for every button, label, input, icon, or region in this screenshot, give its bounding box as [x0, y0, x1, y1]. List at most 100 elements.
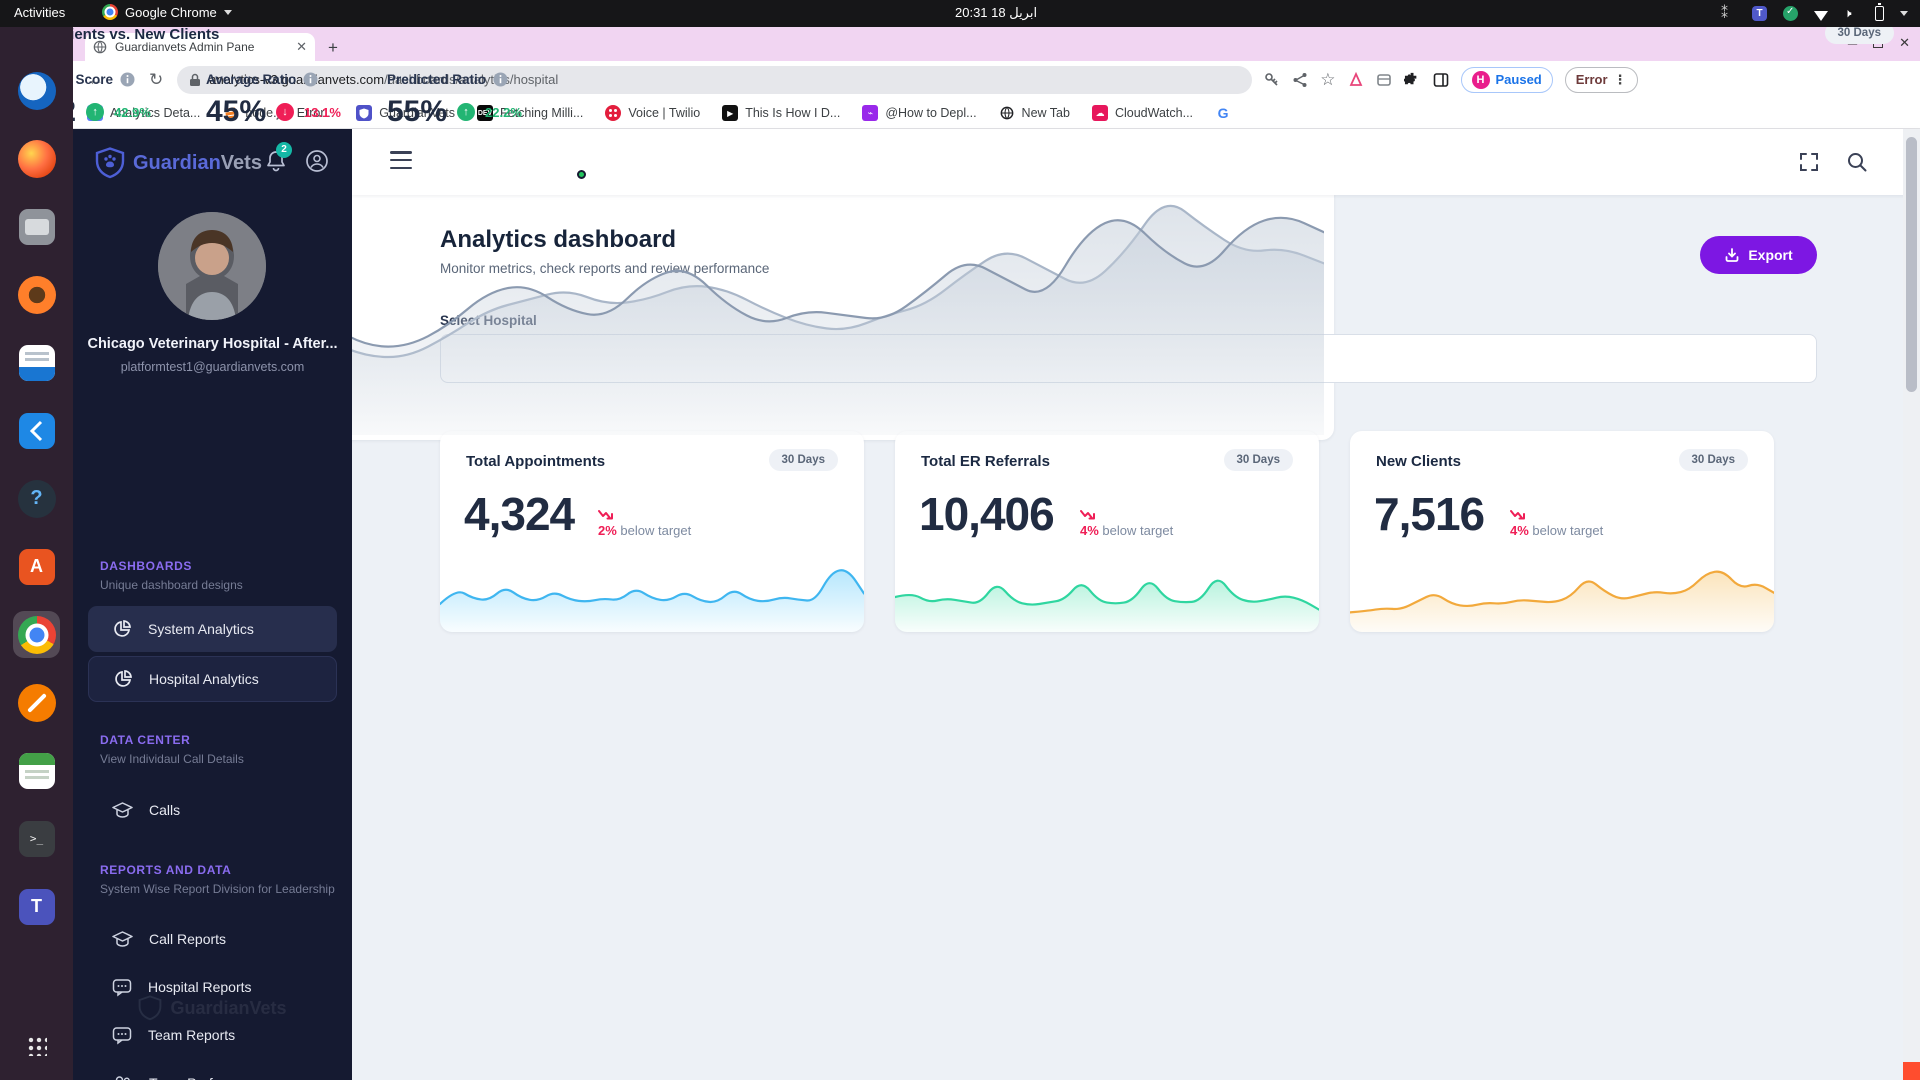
- dock-firefox[interactable]: [13, 135, 60, 182]
- export-button[interactable]: Export: [1700, 236, 1817, 274]
- bolt-icon: ⌁: [862, 105, 879, 121]
- content-header: [352, 129, 1920, 195]
- extensions-puzzle-icon[interactable]: [1403, 71, 1421, 88]
- sidebar-item-label: System Analytics: [148, 621, 254, 637]
- card-value: 4,324: [464, 488, 575, 540]
- system-clock[interactable]: 20:31 18 ابريل: [955, 5, 1037, 21]
- sidebar-item-team-performance[interactable]: Team Performance: [88, 1060, 337, 1080]
- period-badge: 30 Days: [1223, 449, 1293, 471]
- dock-help[interactable]: ?: [13, 475, 60, 522]
- dock-show-apps[interactable]: [13, 1022, 60, 1069]
- ms-teams-icon: T: [18, 888, 55, 925]
- stat-predicted-ratio: Predicted Ratio 55% ↑ 22.2%: [387, 72, 522, 129]
- sidebar-item-call-reports[interactable]: Call Reports: [88, 916, 337, 962]
- account-status[interactable]: [305, 149, 586, 179]
- error-menu-chip[interactable]: Error ⋮: [1564, 66, 1638, 93]
- sidebar-item-calls[interactable]: Calls: [88, 787, 337, 833]
- hospital-name: Chicago Veterinary Hospital - After...: [87, 336, 338, 352]
- lock-icon: [190, 73, 201, 86]
- close-button[interactable]: ✕: [1899, 35, 1910, 51]
- bookmark-item[interactable]: ⌁ @How to Depl...: [862, 105, 977, 121]
- bookmark-item[interactable]: ▶ This Is How I D...: [722, 105, 840, 121]
- page-scrollbar[interactable]: [1903, 129, 1920, 1080]
- notifications-bell[interactable]: 2: [265, 142, 292, 178]
- delta-note: below target: [1102, 523, 1174, 538]
- key-icon[interactable]: [1264, 72, 1280, 88]
- sidebar-item-label: Team Performance: [149, 1075, 267, 1080]
- dock-calc[interactable]: [13, 747, 60, 794]
- dock-screenshot[interactable]: [13, 679, 60, 726]
- firefox-icon: [17, 139, 56, 178]
- activities-button[interactable]: Activities: [14, 5, 65, 20]
- notification-badge: 2: [276, 142, 292, 158]
- stat-label: Average Ratio: [206, 72, 297, 87]
- shield-paw-icon: [95, 147, 125, 179]
- help-icon: ?: [17, 479, 56, 518]
- share-icon[interactable]: [1292, 72, 1308, 88]
- sidebar-watermark: GuardianVets: [73, 995, 352, 1021]
- fullscreen-icon[interactable]: [1798, 151, 1820, 173]
- chrome-icon: [17, 615, 56, 654]
- er-referrals-sparkline: [895, 562, 1319, 632]
- bookmark-star-icon[interactable]: ☆: [1320, 70, 1335, 90]
- section-title: DATA CENTER: [100, 733, 191, 747]
- dock-thunderbird[interactable]: [13, 67, 60, 114]
- profile-paused-chip[interactable]: H Paused: [1460, 66, 1553, 93]
- tab-close-icon[interactable]: ✕: [296, 39, 307, 55]
- bookmark-label: @How to Depl...: [885, 106, 977, 120]
- guardianvets-shield-icon: [356, 105, 373, 121]
- updates-ok-icon[interactable]: [1783, 6, 1798, 21]
- teams-icon[interactable]: T: [1752, 6, 1767, 21]
- sidebar-item-system-analytics[interactable]: System Analytics: [88, 606, 337, 652]
- info-icon[interactable]: [303, 72, 318, 87]
- network-icon[interactable]: [1814, 10, 1828, 21]
- dock-files[interactable]: [13, 203, 60, 250]
- arrow-up-icon: ↑: [457, 103, 476, 121]
- info-icon[interactable]: [120, 72, 135, 87]
- new-clients-sparkline: [1350, 562, 1774, 632]
- stat-delta: 22.2%: [485, 104, 522, 120]
- dock-teams[interactable]: T: [13, 883, 60, 930]
- dock-rhythmbox[interactable]: [13, 271, 60, 318]
- system-top-bar: Activities Google Chrome 20:31 18 ابريل …: [0, 0, 1920, 27]
- info-icon[interactable]: [493, 72, 508, 87]
- side-panel-icon[interactable]: [1433, 72, 1449, 88]
- dock-vscode[interactable]: [13, 407, 60, 454]
- bookmark-label: This Is How I D...: [745, 106, 841, 120]
- bookmark-label: CloudWatch...: [1114, 106, 1194, 120]
- scrollbar-thumb[interactable]: [1906, 137, 1917, 392]
- dock-ubuntu-software[interactable]: A: [13, 543, 60, 590]
- new-tab-button[interactable]: +: [328, 38, 338, 58]
- user-photo[interactable]: [158, 212, 266, 320]
- reload-icon[interactable]: ↻: [149, 70, 163, 90]
- search-icon[interactable]: [1846, 151, 1868, 173]
- brand-part2: Vets: [220, 151, 262, 174]
- brand-logo[interactable]: GuardianVets: [95, 147, 262, 179]
- stat-delta: 13.1%: [304, 104, 341, 120]
- battery-icon[interactable]: [1875, 3, 1884, 21]
- delta-note: below target: [1532, 523, 1604, 538]
- pie-chart-icon: [115, 670, 132, 687]
- globe-icon: [999, 105, 1015, 121]
- bookmark-item[interactable]: ☁ CloudWatch...: [1091, 105, 1194, 121]
- app-menu[interactable]: Google Chrome: [102, 4, 232, 20]
- volume-muted-icon[interactable]: 🕨: [1844, 6, 1859, 21]
- dock-chrome[interactable]: [13, 611, 60, 658]
- video-icon: ▶: [722, 105, 739, 121]
- chat-bubble-icon: [112, 978, 132, 996]
- bookmark-item[interactable]: G: [1215, 105, 1231, 121]
- sidebar-item-label: Team Reports: [148, 1027, 236, 1043]
- bookmark-item[interactable]: New Tab: [999, 105, 1070, 121]
- card-title: New Clients: [1376, 453, 1462, 470]
- dock-terminal[interactable]: >_: [13, 815, 60, 862]
- bookmarks-bar: Analytics Deta... node.js - Error... Gua…: [73, 98, 1920, 129]
- bookmark-item[interactable]: Voice | Twilio: [605, 105, 700, 121]
- caret-down-icon[interactable]: [1900, 11, 1908, 16]
- slack-icon[interactable]: ⁑: [1721, 6, 1736, 21]
- sidebar-item-label: Hospital Reports: [148, 979, 252, 995]
- extension-gray-icon[interactable]: [1376, 72, 1392, 88]
- sidebar-item-hospital-analytics[interactable]: Hospital Analytics: [88, 656, 337, 702]
- libreoffice-writer-icon: [18, 344, 55, 381]
- dock-writer[interactable]: [13, 339, 60, 386]
- extension-pink-icon[interactable]: [1348, 71, 1364, 88]
